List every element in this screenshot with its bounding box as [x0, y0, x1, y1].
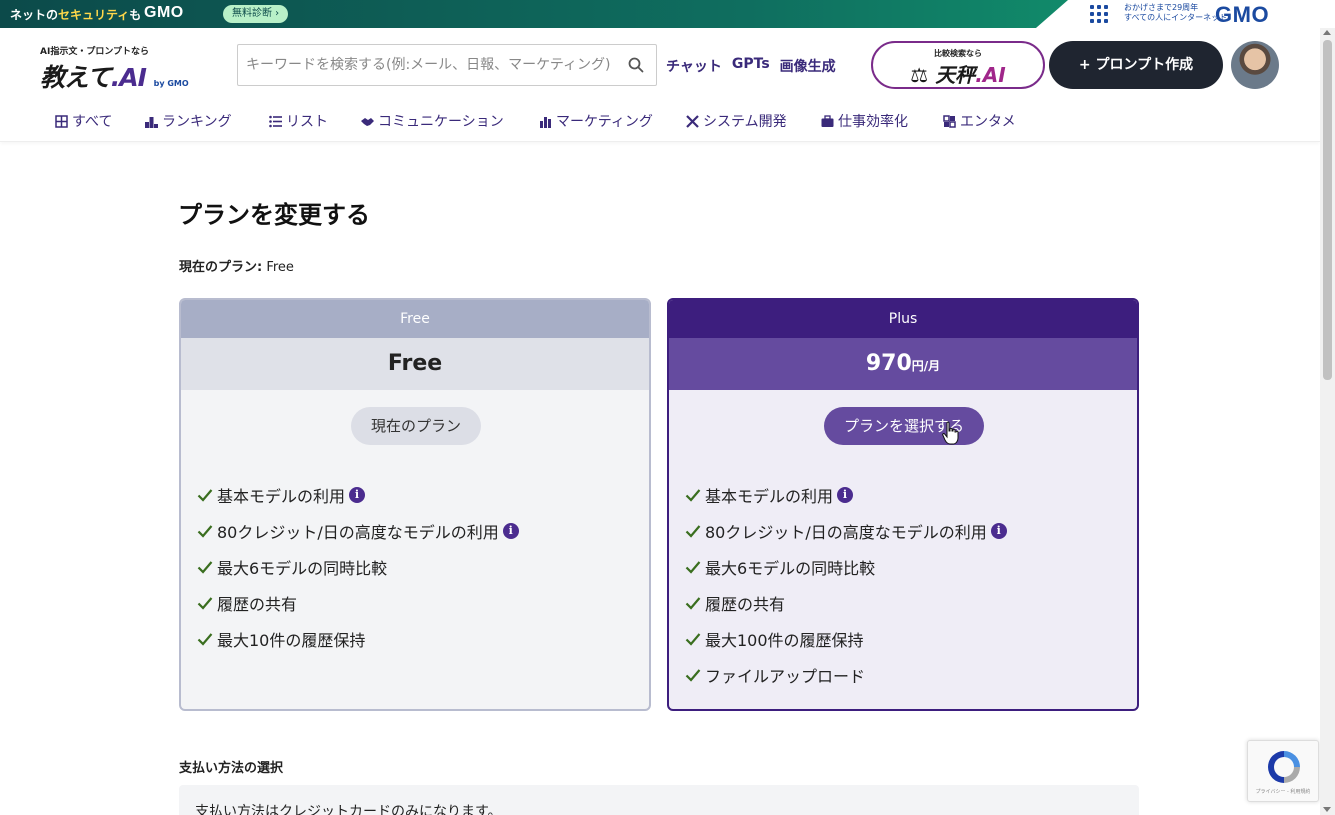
select-plan-button[interactable]: プランを選択する: [824, 407, 984, 445]
recaptcha-badge[interactable]: プライバシー - 利用規約: [1247, 740, 1319, 802]
plan-card-free: Free Free 現在のプラン 基本モデルの利用 i 80クレジット/日の高度な…: [179, 298, 651, 711]
gmo-tagline: おかげさまで29周年 すべての人にインターネット: [1124, 3, 1228, 22]
check-icon: [197, 525, 213, 538]
nav-item-all[interactable]: すべて: [55, 111, 112, 131]
current-plan-line: 現在のプラン: Free: [179, 256, 294, 275]
check-icon: [685, 489, 701, 502]
create-prompt-button[interactable]: + プロンプト作成: [1049, 41, 1223, 89]
feature-item: 基本モデルの利用 i: [197, 477, 519, 513]
nav-item-ranking[interactable]: ランキング: [145, 111, 232, 131]
top-banner[interactable]: ネットのセキュリティも GMO 無料診断 › おかげさまで29周年 すべての人に…: [0, 0, 1335, 28]
check-icon: [685, 597, 701, 610]
check-icon: [197, 561, 213, 574]
recaptcha-links[interactable]: プライバシー - 利用規約: [1248, 788, 1318, 795]
nav-item-list[interactable]: リスト: [269, 111, 328, 131]
plan-price: Free: [181, 338, 649, 390]
current-plan-value: Free: [266, 260, 294, 275]
scroll-thumb[interactable]: [1323, 40, 1332, 380]
payment-method-box: 支払い方法はクレジットカードのみになります。: [179, 785, 1139, 815]
page-title: プランを変更する: [178, 201, 370, 229]
check-icon: [685, 633, 701, 646]
feature-item: 80クレジット/日の高度なモデルの利用 i: [685, 513, 1007, 549]
check-icon: [685, 525, 701, 538]
search-box: [237, 44, 657, 86]
user-avatar[interactable]: [1231, 41, 1279, 89]
category-nav: すべて ランキング リスト コミュニケーション マーケティング システム開発 仕…: [0, 102, 1320, 142]
banner-tagline: ネットのセキュリティも: [10, 8, 142, 22]
feature-list: 基本モデルの利用 i 80クレジット/日の高度なモデルの利用 i 最大6モデルの同時…: [685, 477, 1007, 693]
grid-icon: [55, 114, 68, 128]
plan-card-plus: Plus 970円/月 プランを選択する 基本モデルの利用 i 80クレジット/日…: [667, 298, 1139, 711]
search-icon[interactable]: [628, 57, 644, 73]
recaptcha-icon: [1268, 751, 1300, 783]
list-icon: [269, 115, 282, 127]
current-plan-button: 現在のプラン: [351, 407, 481, 445]
feature-item: 履歴の共有: [197, 585, 519, 621]
check-icon: [197, 633, 213, 646]
site-logo[interactable]: AI指示文・プロンプトなら 教えて.AI by GMO: [40, 44, 189, 94]
page-scrollbar[interactable]: [1320, 28, 1335, 815]
info-icon[interactable]: i: [502, 523, 519, 539]
payment-method-text: 支払い方法はクレジットカードのみになります。: [195, 804, 502, 815]
info-icon[interactable]: i: [990, 523, 1007, 539]
check-icon: [197, 597, 213, 610]
nav-item-system-dev[interactable]: システム開発: [686, 111, 787, 131]
header-link-image-gen[interactable]: 画像生成: [780, 56, 836, 76]
feature-item: 履歴の共有: [685, 585, 1007, 621]
tools-icon: [686, 114, 699, 128]
check-icon: [685, 669, 701, 682]
gmo-logo[interactable]: GMO: [1215, 2, 1269, 28]
banner-gmo-logo: GMO: [144, 4, 184, 21]
header-links: チャット GPTs 画像生成: [666, 56, 836, 76]
site-header: AI指示文・プロンプトなら 教えて.AI by GMO チャット GPTs 画像…: [0, 28, 1320, 102]
feature-item: 最大6モデルの同時比較: [197, 549, 519, 585]
nav-item-marketing[interactable]: マーケティング: [539, 111, 653, 131]
feature-item: 80クレジット/日の高度なモデルの利用 i: [197, 513, 519, 549]
scale-icon: ⚖: [910, 63, 929, 87]
briefcase-icon: [821, 114, 834, 127]
nav-item-productivity[interactable]: 仕事効率化: [821, 111, 908, 131]
tenbin-logo: ⚖ 天秤.AI: [910, 63, 1006, 87]
tenbin-subtitle: 比較検索なら: [934, 49, 982, 58]
check-icon: [197, 489, 213, 502]
hand-cursor-icon: [942, 421, 959, 445]
payment-method-title: 支払い方法の選択: [179, 761, 284, 776]
feature-item: 最大6モデルの同時比較: [685, 549, 1007, 585]
info-icon[interactable]: i: [349, 487, 366, 503]
apps-grid-icon[interactable]: [1090, 5, 1108, 23]
check-icon: [685, 561, 701, 574]
info-icon[interactable]: i: [837, 487, 854, 503]
tenbin-ai-button[interactable]: 比較検索なら ⚖ 天秤.AI: [871, 41, 1045, 89]
plan-price: 970円/月: [669, 338, 1137, 390]
feature-item: 最大10件の履歴保持: [197, 621, 519, 657]
header-link-chat[interactable]: チャット: [666, 56, 722, 76]
handshake-icon: [361, 117, 374, 126]
ranking-icon: [145, 116, 158, 128]
nav-item-entertainment[interactable]: エンタメ: [943, 111, 1016, 131]
plan-name: Free: [181, 300, 649, 338]
search-input[interactable]: [246, 45, 616, 85]
feature-item: 基本モデルの利用 i: [685, 477, 1007, 513]
scroll-up-icon[interactable]: [1323, 30, 1331, 35]
scroll-down-icon[interactable]: [1323, 807, 1331, 812]
feature-item: 最大100件の履歴保持: [685, 621, 1007, 657]
nav-item-communication[interactable]: コミュニケーション: [361, 111, 504, 131]
current-plan-label: 現在のプラン:: [179, 260, 263, 275]
logo-text: 教えて.AI by GMO: [40, 63, 189, 92]
plan-name: Plus: [669, 300, 1137, 338]
feature-list: 基本モデルの利用 i 80クレジット/日の高度なモデルの利用 i 最大6モデルの同時…: [197, 477, 519, 657]
puzzle-icon: [943, 114, 956, 128]
banner-free-check-button[interactable]: 無料診断 ›: [223, 5, 289, 23]
feature-item: ファイルアップロード: [685, 657, 1007, 693]
bar-chart-icon: [540, 116, 551, 128]
logo-subtitle: AI指示文・プロンプトなら: [40, 47, 150, 57]
header-link-gpts[interactable]: GPTs: [732, 56, 770, 76]
